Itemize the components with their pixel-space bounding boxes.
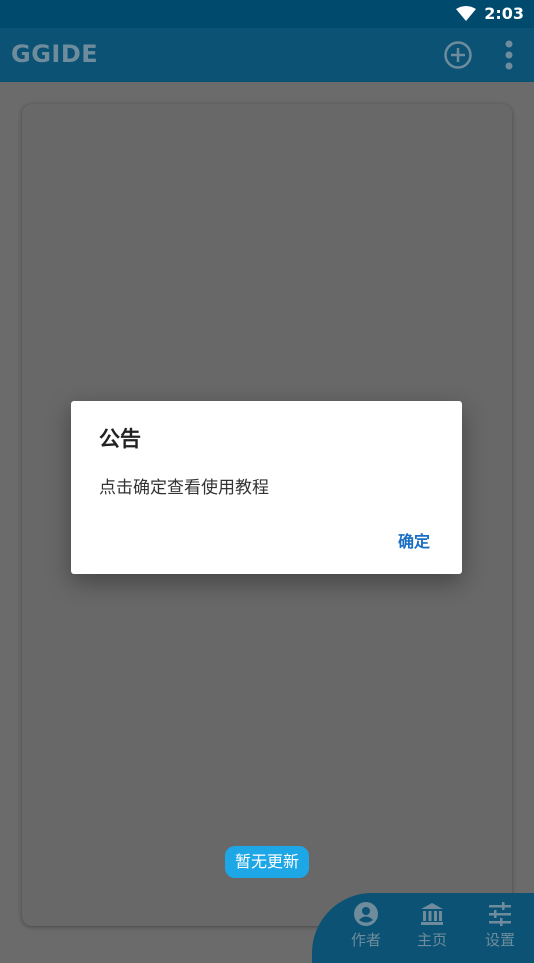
status-indicators: 2:03 bbox=[456, 4, 524, 23]
bottom-nav: 作者 主页 设置 bbox=[312, 893, 534, 963]
nav-item-author[interactable]: 作者 bbox=[336, 901, 396, 950]
nav-label-home: 主页 bbox=[416, 931, 447, 949]
nav-item-settings[interactable]: 设置 bbox=[470, 901, 530, 950]
account-circle-icon bbox=[354, 902, 378, 926]
status-time: 2:03 bbox=[484, 4, 524, 23]
wifi-icon bbox=[456, 5, 477, 21]
dialog-message: 点击确定查看使用教程 bbox=[99, 478, 269, 498]
nav-item-home[interactable]: 主页 bbox=[402, 901, 462, 950]
more-vert-icon[interactable] bbox=[498, 38, 520, 72]
bank-icon bbox=[421, 903, 443, 925]
nav-label-author: 作者 bbox=[350, 931, 381, 949]
tune-icon bbox=[489, 902, 511, 926]
nav-label-settings: 设置 bbox=[484, 931, 515, 949]
app-title: GGIDE bbox=[11, 40, 99, 68]
announcement-dialog: 公告 点击确定查看使用教程 确定 bbox=[71, 401, 462, 574]
add-circle-icon[interactable] bbox=[442, 39, 474, 71]
dialog-title: 公告 bbox=[99, 427, 141, 451]
app-bar: GGIDE bbox=[0, 28, 534, 82]
dialog-ok-button[interactable]: 确定 bbox=[398, 528, 430, 552]
update-toast: 暂无更新 bbox=[225, 846, 309, 878]
status-bar: 2:03 bbox=[0, 0, 534, 28]
